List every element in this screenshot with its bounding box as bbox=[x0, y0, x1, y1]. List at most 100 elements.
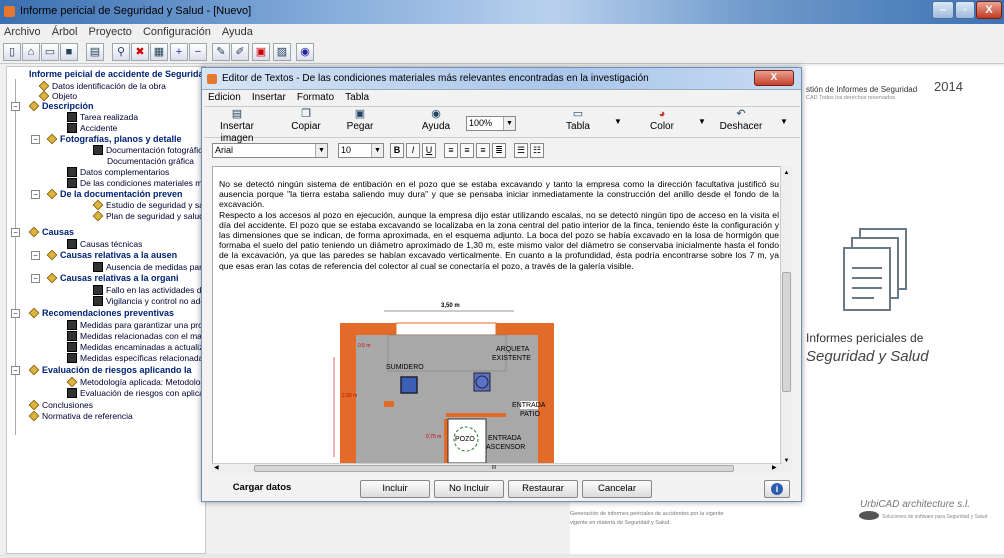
new-icon[interactable]: ▯ bbox=[3, 43, 21, 61]
pdf-icon[interactable]: ▣ bbox=[252, 43, 270, 61]
numbered-list-icon[interactable]: ☰ bbox=[514, 143, 528, 158]
color-button[interactable]: ◕ Color bbox=[642, 107, 682, 133]
restore-button[interactable]: Restaurar bbox=[508, 480, 578, 498]
properties-icon[interactable]: ▦ bbox=[150, 43, 168, 61]
cancel-button[interactable]: Cancelar bbox=[582, 480, 652, 498]
tree-item[interactable]: Causas relativas a la organi bbox=[46, 272, 179, 284]
edit2-icon[interactable]: ✐ bbox=[231, 43, 249, 61]
tree-item[interactable]: Tarea realizada bbox=[67, 112, 138, 122]
hscroll-thumb[interactable]: III bbox=[254, 465, 734, 472]
scroll-up-icon[interactable]: ▲ bbox=[782, 170, 791, 178]
font-select[interactable]: Arial ▼ bbox=[212, 143, 328, 158]
scroll-right-icon[interactable]: ▶ bbox=[772, 464, 777, 471]
tree-item[interactable]: Causas técnicas bbox=[67, 239, 142, 249]
menu-ayuda[interactable]: Ayuda bbox=[218, 24, 257, 40]
tree-item[interactable]: Fallo en las actividades de bbox=[93, 285, 205, 295]
tree-root[interactable]: Informe peicial de accidente de Segurida… bbox=[29, 69, 205, 79]
justify-icon[interactable]: ≣ bbox=[492, 143, 506, 158]
zoom-select[interactable]: 100% ▼ bbox=[466, 116, 516, 131]
menu-edicion[interactable]: Edicion bbox=[204, 91, 245, 105]
tree-item[interactable]: Fotografías, planos y detalle bbox=[46, 133, 182, 145]
include-button[interactable]: Incluir bbox=[360, 480, 430, 498]
tree-item[interactable]: Ausencia de medidas para bbox=[93, 262, 205, 272]
scroll-thumb[interactable] bbox=[782, 272, 791, 392]
tree-item[interactable]: De las condiciones materiales más bbox=[67, 178, 205, 188]
font-size-select[interactable]: 10 ▼ bbox=[338, 143, 384, 158]
save-icon[interactable]: ■ bbox=[60, 43, 78, 61]
open-icon[interactable]: ⌂ bbox=[22, 43, 40, 61]
tree-item[interactable]: Medidas específicas relacionadas bbox=[67, 353, 205, 363]
paste-button[interactable]: ▣ Pegar bbox=[340, 107, 380, 133]
collapse-toggle[interactable]: − bbox=[31, 251, 40, 260]
tree-item[interactable]: Documentación gráfica bbox=[107, 156, 194, 166]
maximize-button[interactable]: ▫ bbox=[955, 1, 975, 19]
tree-item[interactable]: Documentación fotográfica bbox=[93, 145, 205, 155]
image-icon[interactable]: ▨ bbox=[273, 43, 291, 61]
bullet-list-icon[interactable]: ☷ bbox=[530, 143, 544, 158]
tree-item[interactable]: Datos complementarios bbox=[67, 167, 169, 177]
info-button[interactable]: i bbox=[764, 480, 790, 498]
text-editor-area[interactable]: No se detectó ningún sistema de entibaci… bbox=[212, 166, 792, 472]
menu-archivo[interactable]: Archivo bbox=[0, 24, 45, 40]
collapse-toggle[interactable]: − bbox=[11, 366, 20, 375]
align-center-icon[interactable]: ≡ bbox=[460, 143, 474, 158]
horizontal-scrollbar[interactable]: ◀ III ▶ bbox=[212, 463, 782, 473]
tree-item[interactable]: Medidas encaminadas a actualiza bbox=[67, 342, 205, 352]
find-icon[interactable]: ⚲ bbox=[112, 43, 130, 61]
collapse-toggle[interactable]: − bbox=[31, 135, 40, 144]
close-window-button[interactable]: X bbox=[976, 1, 1002, 19]
tree-item[interactable]: Medidas para garantizar una prote bbox=[67, 320, 205, 330]
dialog-close-button[interactable]: X bbox=[754, 70, 794, 86]
tree-item[interactable]: Plan de seguridad y salud bbox=[92, 210, 204, 222]
tree-item[interactable]: Descripción bbox=[28, 100, 94, 112]
copy-button[interactable]: ❐ Copiar bbox=[286, 107, 326, 133]
tree-item[interactable]: Medidas relacionadas con el mant bbox=[67, 331, 205, 341]
tree-item[interactable]: Causas relativas a la ausen bbox=[46, 249, 177, 261]
menu-formato[interactable]: Formato bbox=[293, 91, 338, 105]
tree-item[interactable]: Accidente bbox=[67, 123, 117, 133]
align-right-icon[interactable]: ≡ bbox=[476, 143, 490, 158]
remove-icon[interactable]: − bbox=[189, 43, 207, 61]
tree-item[interactable]: Objeto bbox=[38, 90, 77, 102]
collapse-toggle[interactable]: − bbox=[31, 190, 40, 199]
tree-item[interactable]: Causas bbox=[28, 226, 74, 238]
add-icon[interactable]: + bbox=[170, 43, 188, 61]
vertical-scrollbar[interactable]: ▲ ▼ bbox=[780, 166, 792, 472]
scroll-down-icon[interactable]: ▼ bbox=[782, 458, 791, 466]
undo-button[interactable]: ↶ Deshacer bbox=[712, 107, 770, 133]
tree-item[interactable]: Vigilancia y control no ade bbox=[93, 296, 205, 306]
menu-arbol[interactable]: Árbol bbox=[48, 24, 82, 40]
collapse-toggle[interactable]: − bbox=[11, 102, 20, 111]
print-icon[interactable]: ▤ bbox=[86, 43, 104, 61]
tree-item[interactable]: De la documentación preven bbox=[46, 188, 183, 200]
collapse-toggle[interactable]: − bbox=[11, 309, 20, 318]
load-data-button[interactable]: Cargar datos bbox=[210, 480, 314, 498]
help-button[interactable]: ◉ Ayuda bbox=[416, 107, 456, 133]
tree-item[interactable]: Recomendaciones preventivas bbox=[28, 307, 174, 319]
delete-icon[interactable]: ✖ bbox=[131, 43, 149, 61]
help-icon[interactable]: ◉ bbox=[296, 43, 314, 61]
align-left-icon[interactable]: ≡ bbox=[444, 143, 458, 158]
exclude-button[interactable]: No Incluir bbox=[434, 480, 504, 498]
color-dropdown-icon[interactable]: ▼ bbox=[698, 117, 706, 126]
tree-item[interactable]: Datos identificación de la obra bbox=[38, 80, 166, 92]
tree-item[interactable]: Normativa de referencia bbox=[28, 410, 133, 422]
tree-item[interactable]: Conclusiones bbox=[28, 399, 93, 411]
collapse-toggle[interactable]: − bbox=[31, 274, 40, 283]
menu-proyecto[interactable]: Proyecto bbox=[85, 24, 136, 40]
table-dropdown-icon[interactable]: ▼ bbox=[614, 117, 622, 126]
table-button[interactable]: ▭ Tabla bbox=[558, 107, 598, 133]
edit-icon[interactable]: ✎ bbox=[212, 43, 230, 61]
bold-button[interactable]: B bbox=[390, 143, 404, 158]
tree-item[interactable]: Metodología aplicada: Metodolog bbox=[66, 376, 205, 388]
tree-item[interactable]: Evaluación de riesgos aplicando la bbox=[28, 364, 192, 376]
tree-item[interactable]: Evaluación de riesgos con aplicac bbox=[67, 388, 205, 398]
underline-button[interactable]: U bbox=[422, 143, 436, 158]
scroll-left-icon[interactable]: ◀ bbox=[214, 464, 219, 471]
italic-button[interactable]: I bbox=[406, 143, 420, 158]
menu-insertar[interactable]: Insertar bbox=[248, 91, 290, 105]
menu-tabla[interactable]: Tabla bbox=[341, 91, 373, 105]
folder-icon[interactable]: ▭ bbox=[41, 43, 59, 61]
tree-item[interactable]: Estudio de seguridad y sa bbox=[92, 199, 204, 211]
menu-configuracion[interactable]: Configuración bbox=[139, 24, 215, 40]
